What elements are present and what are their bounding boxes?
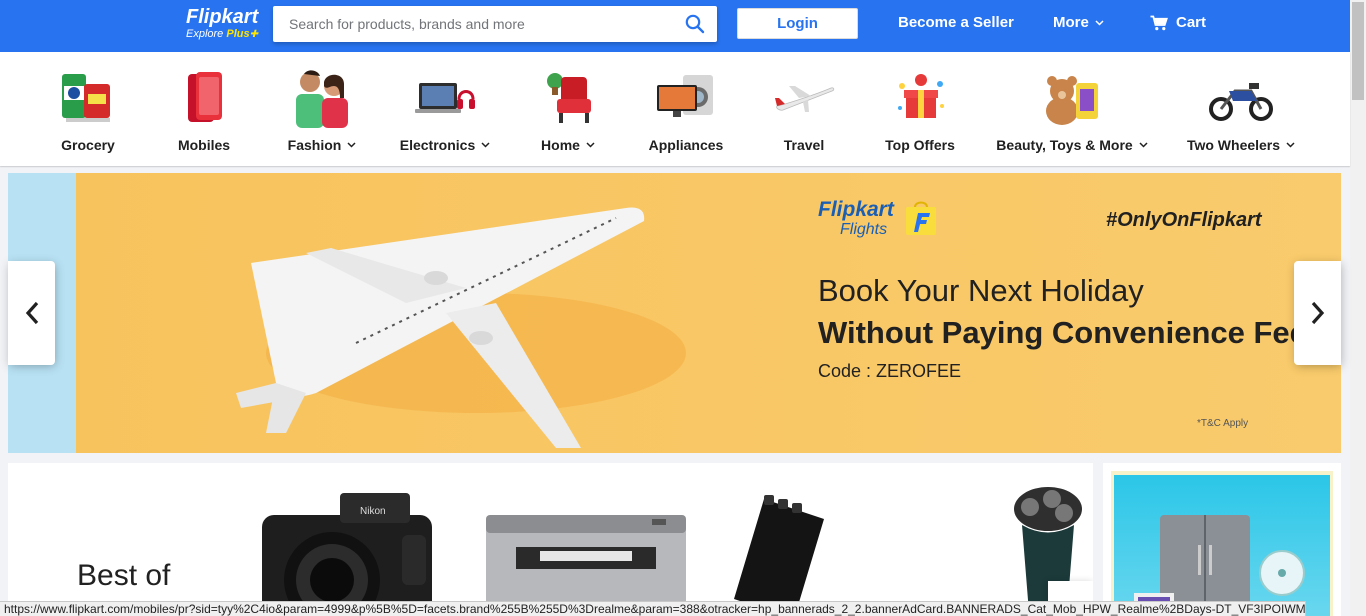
chevron-left-icon	[25, 301, 38, 325]
beauty-toys-icon	[1040, 66, 1104, 130]
link-status-bar: https://www.flipkart.com/mobiles/pr?sid=…	[0, 601, 1306, 616]
cart-icon	[1150, 15, 1168, 30]
category-top-offers[interactable]: Top Offers	[860, 66, 980, 156]
appliances-icon	[654, 66, 718, 130]
category-electronics[interactable]: Electronics	[385, 66, 505, 156]
top-header: Flipkart Explore Plus✚ Login Become a Se…	[0, 0, 1350, 52]
side-ad-frame	[1111, 471, 1333, 616]
product-camera[interactable]: Nikon	[252, 485, 442, 616]
category-beauty-toys[interactable]: Beauty, Toys & More	[996, 66, 1148, 156]
category-travel[interactable]: Travel	[744, 66, 864, 156]
chevron-down-icon	[1095, 19, 1104, 26]
logo-brand: Flipkart	[186, 6, 259, 28]
banner-subheadline: Without Paying Convenience Fee	[818, 315, 1307, 350]
plus-icon: ✚	[249, 29, 258, 40]
side-ad-image	[1114, 475, 1330, 616]
scrollbar-thumb[interactable]	[1352, 2, 1364, 100]
logo-subtitle: Explore Plus✚	[186, 28, 266, 41]
become-seller-link[interactable]: Become a Seller	[898, 14, 1014, 31]
electronics-icon	[413, 66, 477, 130]
banner-terms: *T&C Apply	[1197, 418, 1249, 429]
flights-brand: Flipkart	[818, 198, 894, 221]
banner-slide: Flipkart Flights #OnlyOnFlipkart Book Yo…	[76, 173, 1341, 453]
fashion-icon	[290, 66, 354, 130]
more-menu[interactable]: More	[1053, 14, 1104, 31]
top-offers-icon	[888, 66, 952, 130]
carousel-prev-button[interactable]	[8, 261, 55, 365]
category-appliances[interactable]: Appliances	[626, 66, 746, 156]
cart-label: Cart	[1176, 14, 1207, 31]
category-label: Grocery	[61, 137, 115, 153]
banner-hashtag: #OnlyOnFlipkart	[1106, 209, 1262, 231]
cart-link[interactable]: Cart	[1150, 14, 1206, 31]
travel-icon	[772, 66, 836, 130]
grocery-icon	[56, 66, 120, 130]
flights-label: Flights	[840, 221, 888, 238]
category-home[interactable]: Home	[508, 66, 628, 156]
flipkart-bag-icon	[906, 201, 936, 235]
two-wheelers-icon	[1209, 66, 1273, 130]
banner-coupon-code: Code : ZEROFEE	[818, 361, 962, 381]
category-label: Two Wheelers	[1186, 137, 1281, 153]
best-of-section: Best of Nikon	[8, 463, 1093, 616]
category-label: Fashion	[287, 137, 342, 153]
hero-banner[interactable]: Flipkart Flights #OnlyOnFlipkart Book Yo…	[8, 173, 1341, 453]
search-icon[interactable]	[685, 14, 705, 34]
chevron-down-icon	[1139, 142, 1148, 148]
category-fashion[interactable]: Fashion	[262, 66, 382, 156]
chevron-down-icon	[1286, 142, 1295, 148]
category-label: Home	[541, 137, 580, 153]
category-grocery[interactable]: Grocery	[28, 66, 148, 156]
category-bar: Grocery Mobiles Fashion Electronics Home…	[0, 52, 1350, 166]
logo-sub-plus: Plus	[226, 28, 250, 40]
category-label: Top Offers	[885, 137, 955, 153]
category-mobiles[interactable]: Mobiles	[144, 66, 264, 156]
category-label: Appliances	[648, 137, 724, 153]
chevron-down-icon	[347, 142, 356, 148]
chevron-right-icon	[1311, 301, 1324, 325]
flipkart-flights-logo: Flipkart Flights	[818, 198, 936, 239]
category-label: Travel	[783, 137, 825, 153]
login-button[interactable]: Login	[737, 8, 858, 39]
category-label: Beauty, Toys & More	[996, 137, 1133, 153]
flipkart-logo[interactable]: Flipkart Explore Plus✚	[186, 6, 266, 46]
svg-text:Nikon: Nikon	[360, 506, 386, 517]
search-bar	[273, 6, 717, 42]
category-two-wheelers[interactable]: Two Wheelers	[1181, 66, 1301, 156]
category-label: Mobiles	[177, 137, 231, 153]
product-power-bank[interactable]	[724, 489, 834, 616]
chevron-down-icon	[481, 142, 490, 148]
side-ad-card[interactable]	[1103, 463, 1341, 616]
search-input[interactable]	[273, 6, 673, 42]
mobiles-icon	[172, 66, 236, 130]
carousel-next-button[interactable]	[1294, 261, 1341, 365]
chevron-down-icon	[586, 142, 595, 148]
home-furniture-icon	[536, 66, 600, 130]
logo-sub-prefix: Explore	[186, 28, 227, 40]
banner-headline: Book Your Next Holiday	[818, 273, 1144, 308]
appliances-ad-illustration	[1134, 515, 1305, 616]
more-label: More	[1053, 14, 1089, 31]
page-scrollbar[interactable]	[1350, 0, 1366, 616]
section-title: Best of	[77, 559, 171, 592]
category-label: Electronics	[399, 137, 476, 153]
airplane-illustration	[236, 207, 686, 448]
